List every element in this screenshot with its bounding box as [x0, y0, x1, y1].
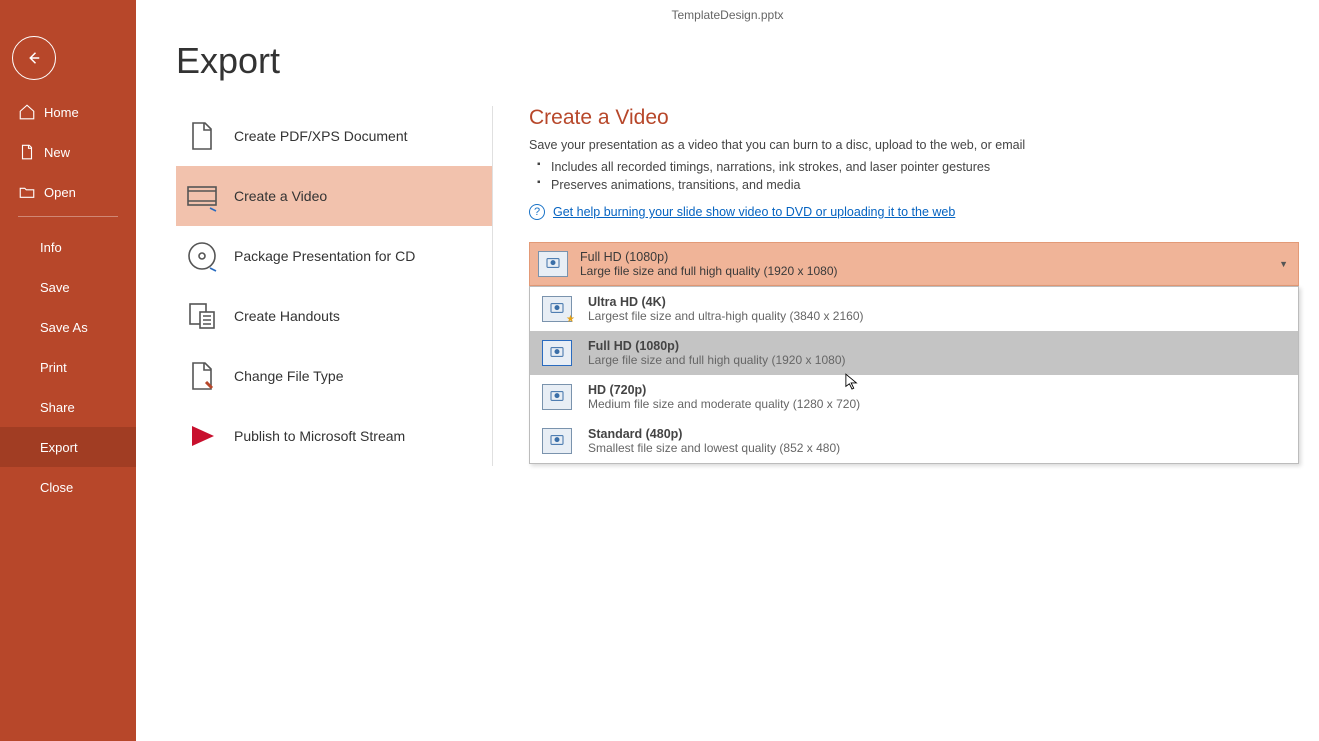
monitor-icon — [542, 340, 572, 366]
folder-open-icon — [18, 183, 36, 201]
handouts-icon — [184, 298, 220, 334]
option-title: Standard (480p) — [588, 427, 840, 441]
detail-subtitle: Save your presentation as a video that y… — [529, 138, 1299, 152]
option-desc: Large file size and full high quality (1… — [588, 353, 846, 367]
dropdown-option-ultra-hd[interactable]: ★ Ultra HD (4K) Largest file size and ul… — [530, 287, 1298, 331]
document-title: TemplateDesign.pptx — [671, 8, 783, 22]
monitor-icon — [542, 384, 572, 410]
nav-label: Close — [40, 480, 73, 495]
nav-label: Print — [40, 360, 67, 375]
main-area: Export Create PDF/XPS Document Create a … — [176, 40, 1299, 741]
nav-label: Home — [44, 105, 79, 120]
option-desc: Smallest file size and lowest quality (8… — [588, 441, 840, 455]
monitor-icon — [538, 251, 568, 277]
backstage-sidebar: Home New Open Info Save Save As Print Sh… — [0, 0, 136, 741]
option-title: Full HD (1080p) — [588, 339, 846, 353]
dropdown-selected[interactable]: Full HD (1080p) Large file size and full… — [529, 242, 1299, 286]
detail-bullet: Preserves animations, transitions, and m… — [529, 176, 1299, 194]
export-change-file-type[interactable]: Change File Type — [176, 346, 492, 406]
nav-save-as[interactable]: Save As — [0, 307, 136, 347]
export-options-list: Create PDF/XPS Document Create a Video P… — [176, 106, 493, 466]
dropdown-option-standard[interactable]: Standard (480p) Smallest file size and l… — [530, 419, 1298, 463]
nav-label: New — [44, 145, 70, 160]
change-file-type-icon — [184, 358, 220, 394]
arrow-left-icon — [25, 49, 43, 67]
option-desc: Medium file size and moderate quality (1… — [588, 397, 860, 411]
export-item-label: Change File Type — [234, 368, 343, 384]
nav-label: Save — [40, 280, 70, 295]
nav-share[interactable]: Share — [0, 387, 136, 427]
nav-home[interactable]: Home — [0, 92, 136, 132]
export-item-label: Create a Video — [234, 188, 327, 204]
detail-bullet: Includes all recorded timings, narration… — [529, 158, 1299, 176]
nav-print[interactable]: Print — [0, 347, 136, 387]
back-button[interactable] — [12, 36, 56, 80]
pdf-icon — [184, 118, 220, 154]
nav-close[interactable]: Close — [0, 467, 136, 507]
option-title: HD (720p) — [588, 383, 860, 397]
help-link[interactable]: Get help burning your slide show video t… — [553, 205, 955, 219]
star-badge-icon: ★ — [566, 314, 575, 325]
chevron-down-icon: ▼ — [1279, 259, 1288, 269]
nav-info[interactable]: Info — [0, 227, 136, 267]
monitor-icon: ★ — [542, 296, 572, 322]
detail-heading: Create a Video — [529, 106, 1299, 130]
monitor-icon — [542, 428, 572, 454]
nav-divider — [18, 216, 118, 217]
export-item-label: Create Handouts — [234, 308, 340, 324]
nav-save[interactable]: Save — [0, 267, 136, 307]
nav-open[interactable]: Open — [0, 172, 136, 212]
export-create-pdf[interactable]: Create PDF/XPS Document — [176, 106, 492, 166]
nav-label: Save As — [40, 320, 88, 335]
option-title: Ultra HD (4K) — [588, 295, 864, 309]
export-detail-panel: Create a Video Save your presentation as… — [493, 106, 1299, 466]
dropdown-option-full-hd[interactable]: Full HD (1080p) Large file size and full… — [530, 331, 1298, 375]
home-icon — [18, 103, 36, 121]
dropdown-selected-desc: Large file size and full high quality (1… — [580, 264, 838, 278]
cd-icon — [184, 238, 220, 274]
video-quality-dropdown: Full HD (1080p) Large file size and full… — [529, 242, 1299, 286]
help-icon: ? — [529, 204, 545, 220]
nav-label: Open — [44, 185, 76, 200]
stream-icon — [184, 418, 220, 454]
option-desc: Largest file size and ultra-high quality… — [588, 309, 864, 323]
export-create-video[interactable]: Create a Video — [176, 166, 492, 226]
dropdown-list: ★ Ultra HD (4K) Largest file size and ul… — [529, 286, 1299, 464]
title-bar: TemplateDesign.pptx — [136, 0, 1319, 30]
export-package-cd[interactable]: Package Presentation for CD — [176, 226, 492, 286]
dropdown-option-hd[interactable]: HD (720p) Medium file size and moderate … — [530, 375, 1298, 419]
nav-label: Share — [40, 400, 75, 415]
nav-new[interactable]: New — [0, 132, 136, 172]
export-publish-stream[interactable]: Publish to Microsoft Stream — [176, 406, 492, 466]
nav-label: Export — [40, 440, 78, 455]
export-create-handouts[interactable]: Create Handouts — [176, 286, 492, 346]
dropdown-selected-title: Full HD (1080p) — [580, 250, 838, 264]
nav-label: Info — [40, 240, 62, 255]
export-item-label: Publish to Microsoft Stream — [234, 428, 405, 444]
document-icon — [18, 143, 36, 161]
nav-export[interactable]: Export — [0, 427, 136, 467]
page-title: Export — [176, 40, 1299, 82]
export-item-label: Package Presentation for CD — [234, 248, 415, 264]
video-icon — [184, 178, 220, 214]
export-item-label: Create PDF/XPS Document — [234, 128, 408, 144]
detail-bullets: Includes all recorded timings, narration… — [529, 158, 1299, 194]
